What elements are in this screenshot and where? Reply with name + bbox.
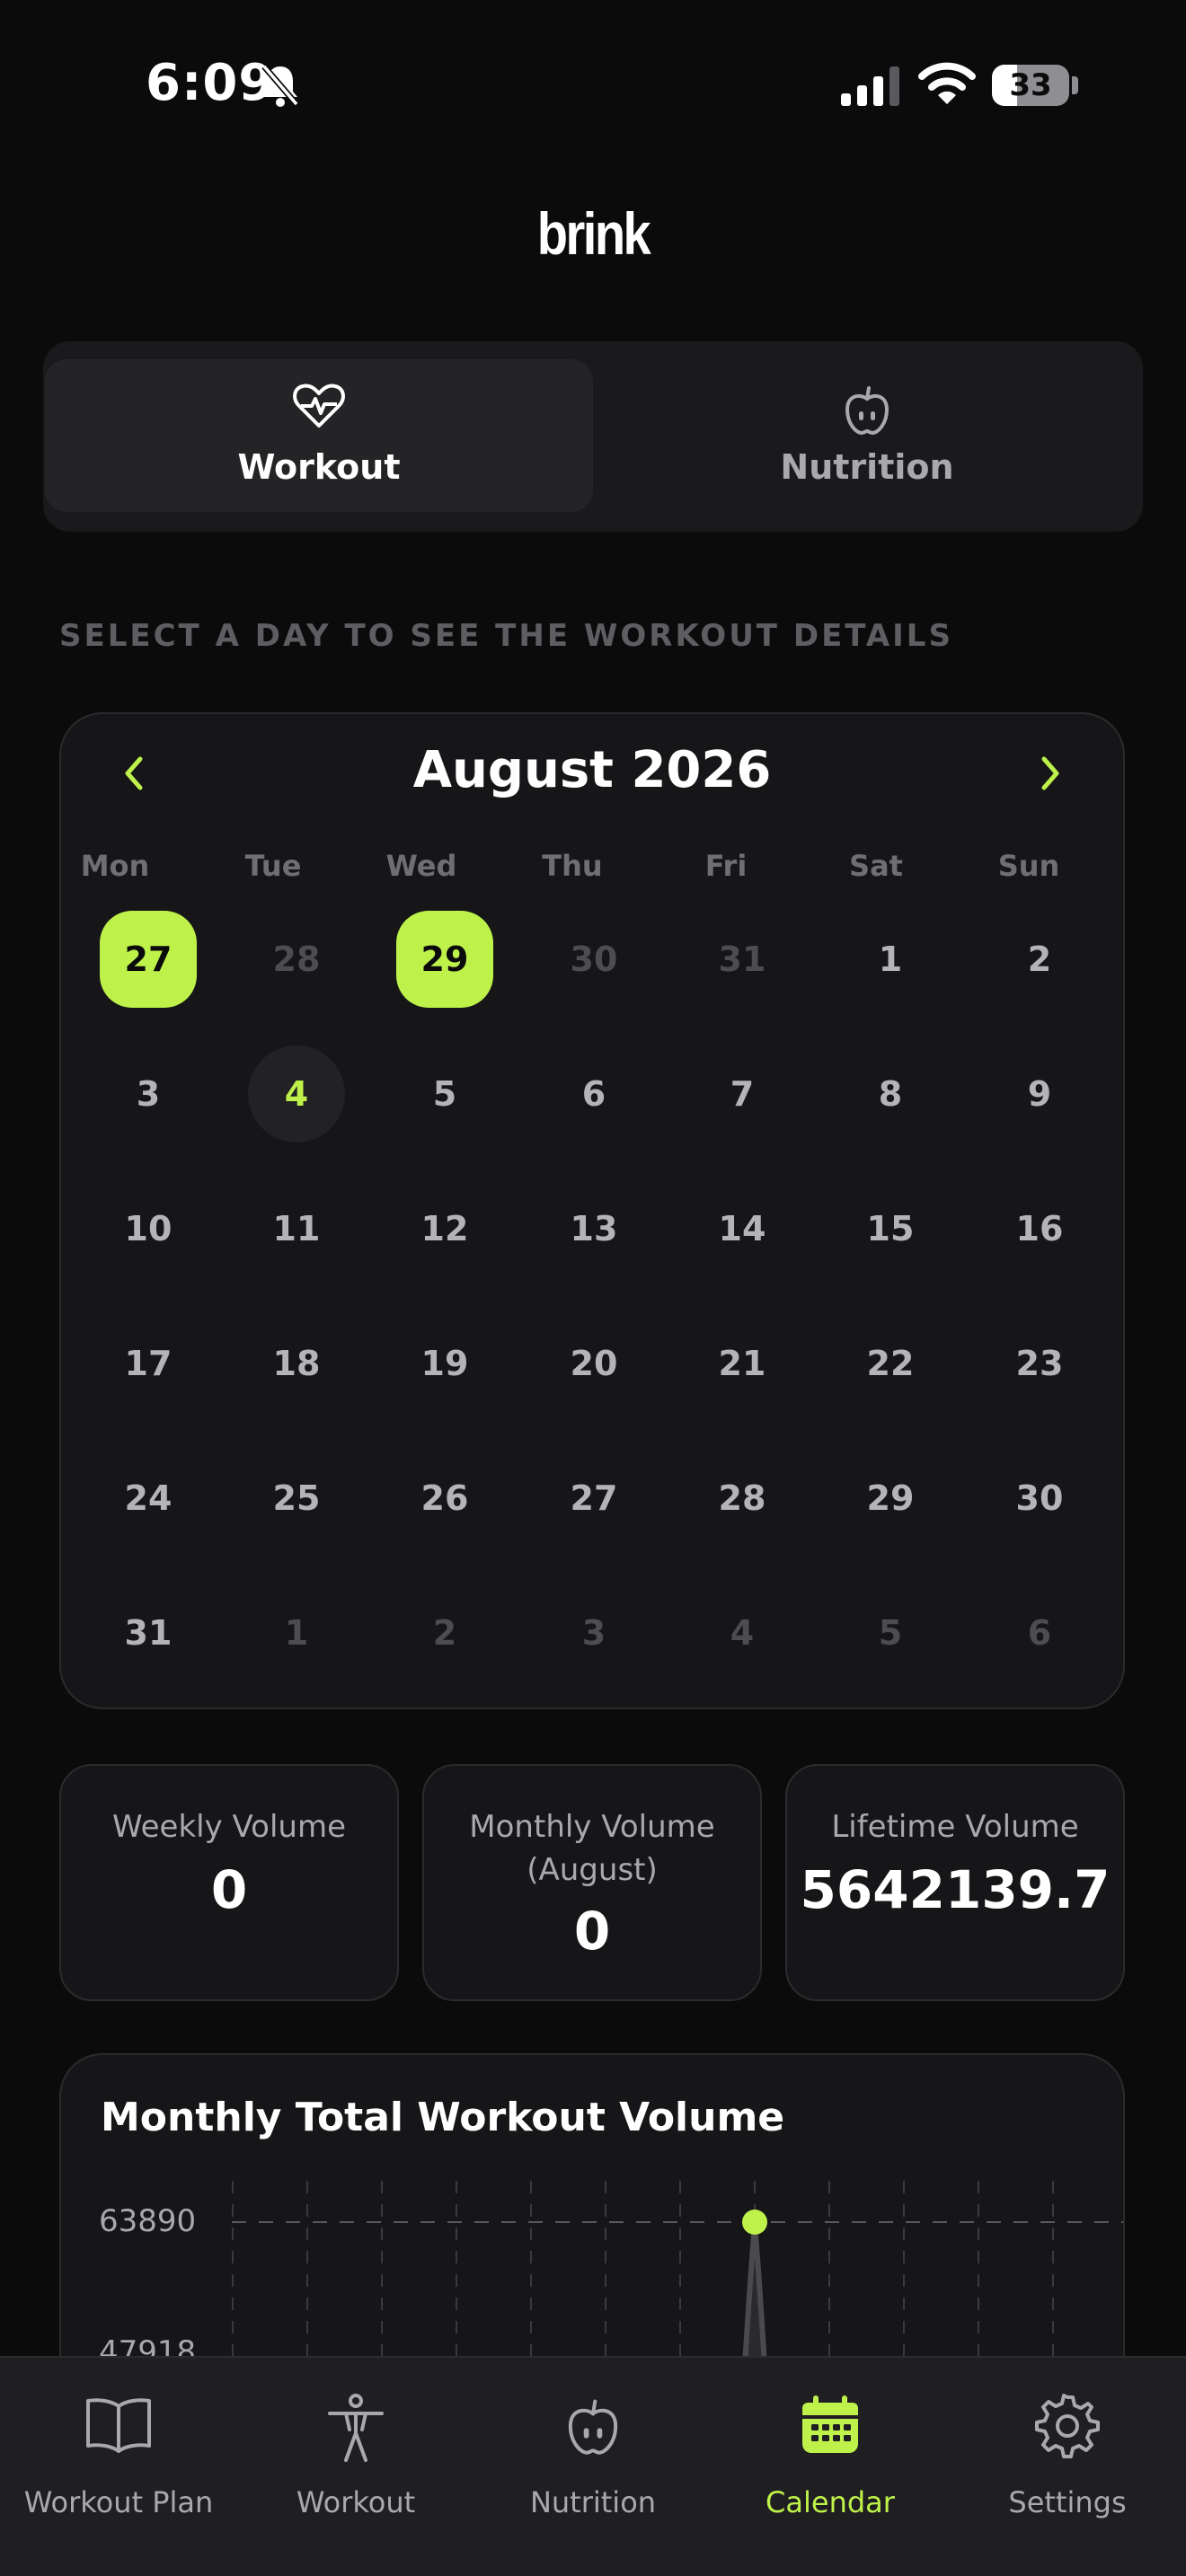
calendar-day[interactable]: 26 [396,1450,493,1547]
book-icon [0,2394,237,2466]
apple-icon [593,383,1141,440]
gear-icon [949,2394,1186,2466]
calendar-day[interactable]: 20 [545,1315,642,1412]
heart-pulse-icon [45,383,593,433]
tab-settings[interactable]: Settings [949,2358,1186,2576]
segment-label-workout: Workout [237,447,401,487]
calendar-icon [712,2394,949,2466]
calendar-day[interactable]: 17 [100,1315,197,1412]
calendar-day[interactable]: 2 [991,911,1088,1008]
calendar-card: August 2026 Mon Tue Wed Thu Fri Sat Sun 27 28 29… [59,712,1125,1709]
calendar-day[interactable]: 29 [396,911,493,1008]
tab-label-workout: Workout [296,2485,416,2519]
status-bar: 6:09 33 [0,0,1186,171]
weekly-volume-card: Weekly Volume 0 [59,1764,399,2001]
segment-label-nutrition: Nutrition [780,447,954,487]
calendar-day[interactable]: 16 [991,1180,1088,1277]
monthly-volume-sublabel: (August) [527,1852,658,1888]
calendar-day[interactable]: 30 [545,911,642,1008]
calendar-hint: SELECT A DAY TO SEE THE WORKOUT DETAILS [59,618,953,654]
calendar-day[interactable]: 14 [694,1180,791,1277]
tab-workout[interactable]: Workout [237,2358,474,2576]
calendar-day[interactable]: 1 [842,911,939,1008]
calendar-day[interactable]: 11 [248,1180,345,1277]
tab-label-calendar: Calendar [766,2485,895,2519]
lifetime-volume-value: 5642139.7 [800,1859,1111,1920]
calendar-day[interactable]: 1 [248,1584,345,1681]
tab-nutrition[interactable]: Nutrition [474,2358,712,2576]
app-logo: brink [536,200,651,267]
tab-workout-plan[interactable]: Workout Plan [0,2358,237,2576]
segmented-control: Workout Nutrition [43,341,1143,532]
calendar-day[interactable]: 23 [991,1315,1088,1412]
tab-label-settings: Settings [1008,2485,1127,2519]
calendar-day[interactable]: 9 [991,1045,1088,1142]
chart-y-label: 63890 [99,2203,196,2239]
calendar-day[interactable]: 4 [248,1045,345,1142]
calendar-day[interactable]: 5 [842,1584,939,1681]
apple-icon [474,2394,712,2466]
calendar-day[interactable]: 15 [842,1180,939,1277]
calendar-day[interactable]: 12 [396,1180,493,1277]
person-icon [237,2394,474,2466]
chart-point [742,2210,767,2235]
calendar-day[interactable]: 19 [396,1315,493,1412]
calendar-day[interactable]: 31 [100,1584,197,1681]
segment-tab-nutrition[interactable]: Nutrition [593,359,1141,512]
signal-icon [841,66,899,106]
lifetime-volume-label: Lifetime Volume [831,1809,1079,1845]
calendar-day[interactable]: 22 [842,1315,939,1412]
calendar-day[interactable]: 3 [545,1584,642,1681]
calendar-day[interactable]: 7 [694,1045,791,1142]
calendar-day[interactable]: 8 [842,1045,939,1142]
calendar-day[interactable]: 27 [545,1450,642,1547]
calendar-day[interactable]: 29 [842,1450,939,1547]
battery-level: 33 [1009,67,1052,103]
lifetime-volume-card: Lifetime Volume 5642139.7 [785,1764,1125,2001]
calendar-day[interactable]: 2 [396,1584,493,1681]
weekly-volume-value: 0 [210,1859,248,1920]
monthly-volume-card: Monthly Volume (August) 0 [422,1764,762,2001]
calendar-day[interactable]: 10 [100,1180,197,1277]
monthly-volume-label: Monthly Volume [469,1809,715,1845]
calendar-day[interactable]: 28 [694,1450,791,1547]
battery-tip [1072,76,1078,94]
calendar-day[interactable]: 4 [694,1584,791,1681]
calendar-day[interactable]: 5 [396,1045,493,1142]
calendar-days-grid: 27 28 29 30 31 1 2 3 4 5 6 7 8 9 10 11 12 13 14 15 16 17 18 19 2… [61,714,1123,1707]
tab-calendar[interactable]: Calendar [712,2358,949,2576]
weekly-volume-label: Weekly Volume [112,1809,346,1845]
bottom-tab-bar: Workout Plan Workout Nutrition Calendar … [0,2356,1186,2576]
tab-label-workout-plan: Workout Plan [23,2485,214,2519]
wifi-icon [918,62,976,104]
tab-label-nutrition: Nutrition [529,2485,657,2519]
segment-tab-workout[interactable]: Workout [45,359,593,512]
calendar-day[interactable]: 3 [100,1045,197,1142]
calendar-day[interactable]: 18 [248,1315,345,1412]
calendar-day[interactable]: 31 [694,911,791,1008]
calendar-day[interactable]: 25 [248,1450,345,1547]
calendar-day[interactable]: 13 [545,1180,642,1277]
calendar-day[interactable]: 6 [991,1584,1088,1681]
calendar-day[interactable]: 28 [248,911,345,1008]
calendar-day[interactable]: 21 [694,1315,791,1412]
app-root: 6:09 33 brink Workout Nutrition SELECT A… [0,0,1186,2576]
calendar-day[interactable]: 6 [545,1045,642,1142]
monthly-volume-value: 0 [573,1901,611,1962]
calendar-day[interactable]: 27 [100,911,197,1008]
status-time: 6:09 [146,54,275,112]
battery-indicator: 33 [992,65,1069,106]
bell-slash-icon [261,64,299,107]
calendar-day[interactable]: 30 [991,1450,1088,1547]
calendar-day[interactable]: 24 [100,1450,197,1547]
